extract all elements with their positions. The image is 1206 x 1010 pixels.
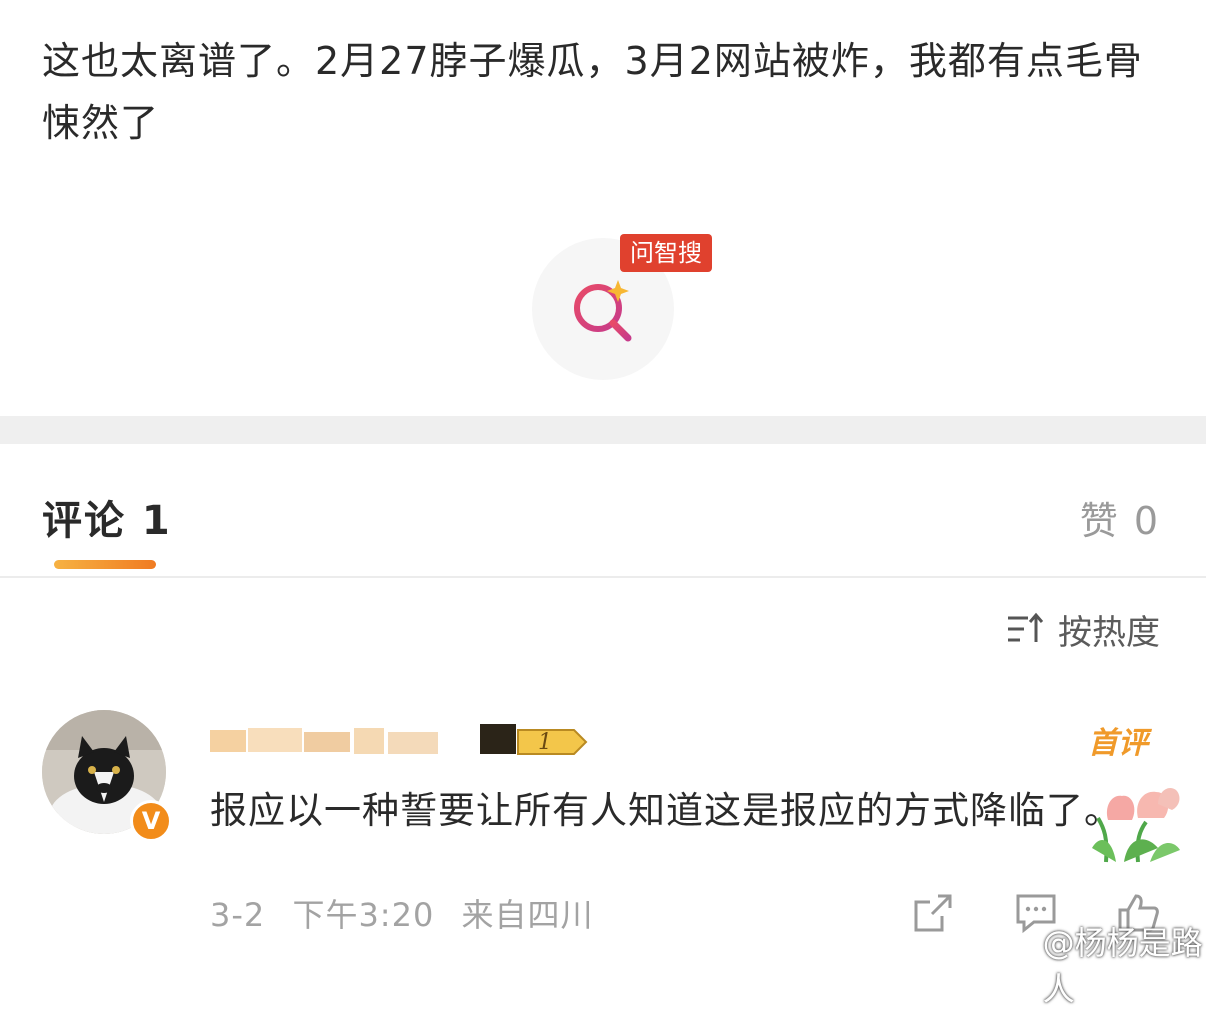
- ai-search-badge: 问智搜: [620, 234, 712, 272]
- post-text: 这也太离谱了。2月27脖子爆瓜，3月2网站被炸，我都有点毛骨悚然了: [42, 39, 1143, 145]
- username-redacted[interactable]: 1: [208, 718, 588, 762]
- sort-icon: [1008, 612, 1044, 642]
- comment-time: 下午3:20: [292, 896, 435, 934]
- share-icon[interactable]: [912, 892, 954, 934]
- tulip-decoration-icon: [1092, 787, 1180, 863]
- comment-meta: 3-2 下午3:20 来自四川: [210, 890, 610, 936]
- comment-location: 来自四川: [461, 896, 594, 934]
- comment-date: 3-2: [210, 896, 266, 934]
- svg-text:1: 1: [538, 730, 552, 755]
- watermark: @杨杨是路人: [1006, 918, 1206, 1010]
- section-divider: [0, 416, 1206, 444]
- active-tab-indicator: [54, 560, 156, 569]
- sort-label: 按热度: [1058, 612, 1160, 653]
- sort-button[interactable]: 按热度: [1006, 606, 1160, 653]
- comment-text: 报应以一种誓要让所有人知道这是报应的方式降临了。: [210, 789, 1122, 832]
- verified-badge: V: [130, 800, 172, 842]
- tab-comments[interactable]: 评论 1: [42, 488, 172, 546]
- tab-likes[interactable]: 赞 0: [1080, 490, 1160, 545]
- sparkle-search-icon: [574, 280, 632, 342]
- comment-tabs: 评论 1 赞 0: [0, 444, 1206, 576]
- first-comment-badge: 首评: [1088, 726, 1148, 761]
- weibo-icon: [1006, 953, 1037, 977]
- watermark-text: @杨杨是路人: [1042, 924, 1203, 1008]
- tabs-divider: [0, 576, 1206, 578]
